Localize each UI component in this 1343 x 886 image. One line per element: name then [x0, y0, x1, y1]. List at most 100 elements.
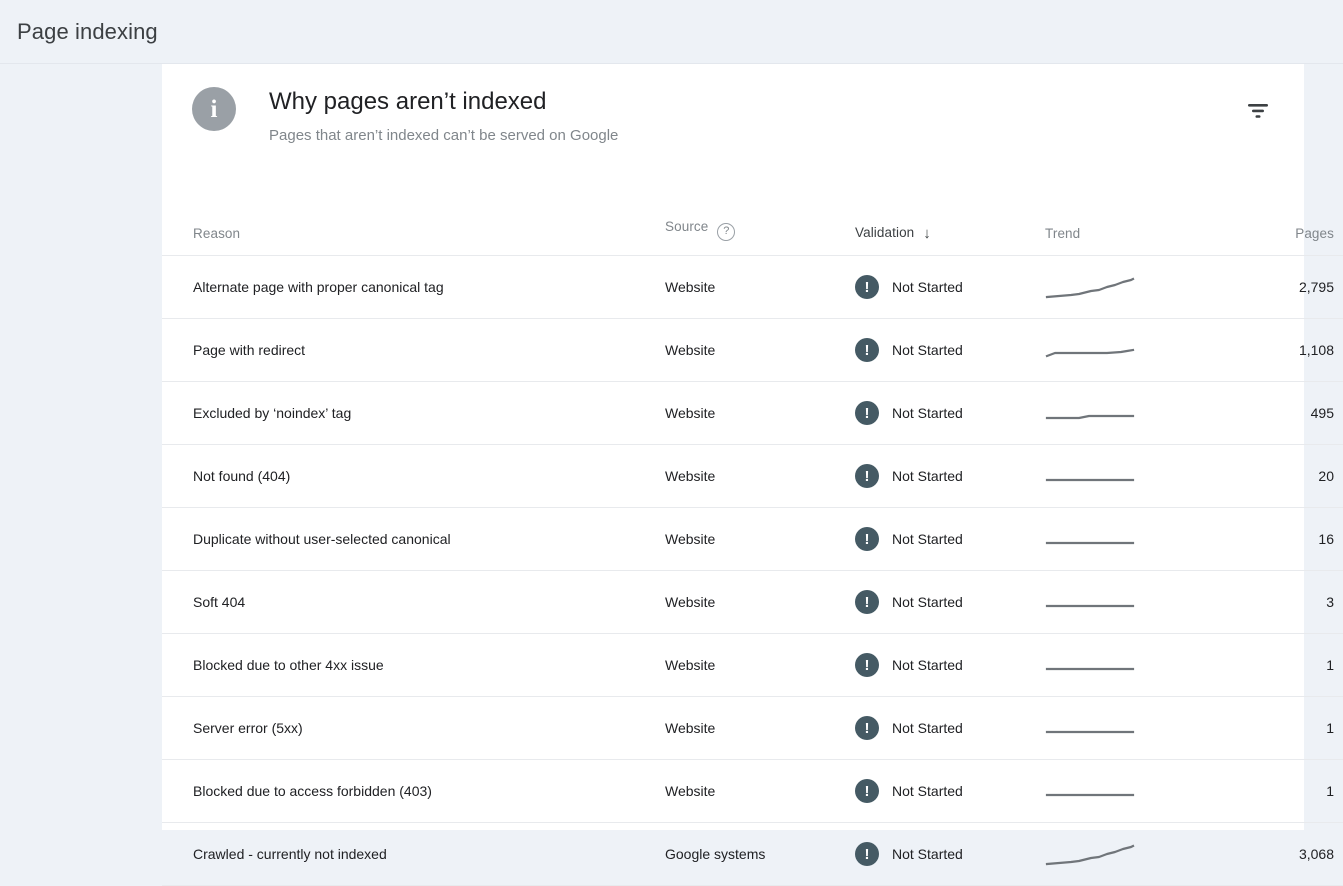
filter-icon — [1247, 103, 1269, 119]
validation-status: ! Not Started — [855, 275, 1045, 299]
cell-validation: ! Not Started — [855, 696, 1045, 760]
cell-reason[interactable]: Duplicate without user-selected canonica… — [162, 507, 665, 571]
cell-pages: 3,068 — [1215, 822, 1343, 886]
help-icon[interactable]: ? — [717, 223, 736, 241]
page-topbar: Page indexing — [0, 0, 1343, 64]
trend-sparkline-icon — [1045, 730, 1135, 734]
table-row[interactable]: Alternate page with proper canonical tag… — [162, 255, 1343, 319]
status-badge: Not Started — [892, 846, 963, 862]
table-row[interactable]: Not found (404) Website! Not Started 20 — [162, 444, 1343, 508]
alert-exclamation-icon: ! — [855, 590, 879, 614]
cell-source: Website — [665, 570, 855, 634]
column-header-pages-label: Pages — [1295, 226, 1334, 241]
cell-reason[interactable]: Blocked due to other 4xx issue — [162, 633, 665, 697]
alert-exclamation-icon: ! — [855, 653, 879, 677]
cell-source: Google systems — [665, 822, 855, 886]
alert-exclamation-icon: ! — [855, 464, 879, 488]
cell-validation: ! Not Started — [855, 633, 1045, 697]
table-header: Reason Source? Validation ↓ Trend Pages — [162, 219, 1343, 256]
cell-validation: ! Not Started — [855, 822, 1045, 886]
cell-validation: ! Not Started — [855, 318, 1045, 382]
cell-source: Website — [665, 444, 855, 508]
cell-pages: 495 — [1215, 381, 1343, 445]
validation-status: ! Not Started — [855, 527, 1045, 551]
cell-reason[interactable]: Alternate page with proper canonical tag — [162, 255, 665, 319]
alert-exclamation-icon: ! — [855, 401, 879, 425]
cell-trend — [1045, 570, 1215, 634]
cell-reason[interactable]: Not found (404) — [162, 444, 665, 508]
cell-validation: ! Not Started — [855, 381, 1045, 445]
trend-sparkline-icon — [1045, 667, 1135, 671]
column-header-validation-label: Validation — [855, 225, 915, 240]
trend-sparkline-icon — [1045, 414, 1135, 420]
table-row[interactable]: Blocked due to access forbidden (403) Web… — [162, 759, 1343, 823]
column-header-source[interactable]: Source? — [665, 219, 855, 256]
cell-source: Website — [665, 318, 855, 382]
cell-trend — [1045, 633, 1215, 697]
cell-trend — [1045, 318, 1215, 382]
cell-reason[interactable]: Server error (5xx) — [162, 696, 665, 760]
cell-reason[interactable]: Crawled - currently not indexed — [162, 822, 665, 886]
validation-status: ! Not Started — [855, 401, 1045, 425]
column-header-validation[interactable]: Validation ↓ — [855, 219, 1045, 256]
alert-exclamation-icon: ! — [855, 779, 879, 803]
column-header-trend[interactable]: Trend — [1045, 219, 1215, 256]
cell-pages: 2,795 — [1215, 255, 1343, 319]
cell-validation: ! Not Started — [855, 759, 1045, 823]
validation-status: ! Not Started — [855, 590, 1045, 614]
alert-exclamation-icon: ! — [855, 338, 879, 362]
cell-reason[interactable]: Blocked due to access forbidden (403) — [162, 759, 665, 823]
cell-reason[interactable]: Page with redirect — [162, 318, 665, 382]
status-badge: Not Started — [892, 342, 963, 358]
cell-pages: 1 — [1215, 759, 1343, 823]
column-header-reason[interactable]: Reason — [162, 219, 665, 256]
alert-exclamation-icon: ! — [855, 716, 879, 740]
sort-descending-arrow-icon: ↓ — [923, 225, 931, 242]
cell-validation: ! Not Started — [855, 255, 1045, 319]
table-header-row: Reason Source? Validation ↓ Trend Pages — [162, 219, 1343, 256]
alert-exclamation-icon: ! — [855, 275, 879, 299]
cell-validation: ! Not Started — [855, 444, 1045, 508]
cell-trend — [1045, 696, 1215, 760]
cell-validation: ! Not Started — [855, 507, 1045, 571]
status-badge: Not Started — [892, 468, 963, 484]
validation-status: ! Not Started — [855, 842, 1045, 866]
trend-sparkline-icon — [1045, 541, 1135, 545]
cell-trend — [1045, 822, 1215, 886]
cell-reason[interactable]: Soft 404 — [162, 570, 665, 634]
status-badge: Not Started — [892, 720, 963, 736]
cell-pages: 1 — [1215, 696, 1343, 760]
page-title: Page indexing — [17, 18, 158, 44]
cell-source: Website — [665, 255, 855, 319]
table-row[interactable]: Soft 404 Website! Not Started 3 — [162, 570, 1343, 634]
column-header-source-label: Source — [665, 219, 709, 234]
validation-status: ! Not Started — [855, 464, 1045, 488]
cell-source: Website — [665, 696, 855, 760]
card-subtitle: Pages that aren’t indexed can’t be serve… — [269, 127, 619, 144]
cell-source: Website — [665, 633, 855, 697]
indexing-reasons-table: Reason Source? Validation ↓ Trend Pages — [162, 219, 1343, 886]
table-row[interactable]: Crawled - currently not indexed Google sy… — [162, 822, 1343, 886]
report-card: i Why pages aren’t indexed Pages that ar… — [162, 64, 1343, 886]
trend-sparkline-icon — [1045, 277, 1135, 299]
table-row[interactable]: Excluded by ‘noindex’ tag Website! Not Sta… — [162, 381, 1343, 445]
table-row[interactable]: Duplicate without user-selected canonica… — [162, 507, 1343, 571]
table-row[interactable]: Page with redirect Website! Not Started 1,1… — [162, 318, 1343, 382]
cell-pages: 3 — [1215, 570, 1343, 634]
cell-reason[interactable]: Excluded by ‘noindex’ tag — [162, 381, 665, 445]
cell-trend — [1045, 444, 1215, 508]
column-header-pages[interactable]: Pages — [1215, 219, 1343, 256]
cell-pages: 1 — [1215, 633, 1343, 697]
validation-status: ! Not Started — [855, 653, 1045, 677]
validation-status: ! Not Started — [855, 338, 1045, 362]
column-header-trend-label: Trend — [1045, 226, 1081, 241]
cell-source: Website — [665, 759, 855, 823]
status-badge: Not Started — [892, 279, 963, 295]
filter-button[interactable] — [1239, 92, 1277, 130]
table-row[interactable]: Server error (5xx) Website! Not Started 1 — [162, 696, 1343, 760]
info-icon: i — [192, 87, 236, 131]
cell-pages: 16 — [1215, 507, 1343, 571]
table-row[interactable]: Blocked due to other 4xx issue Website! No… — [162, 633, 1343, 697]
cell-pages: 1,108 — [1215, 318, 1343, 382]
alert-exclamation-icon: ! — [855, 842, 879, 866]
